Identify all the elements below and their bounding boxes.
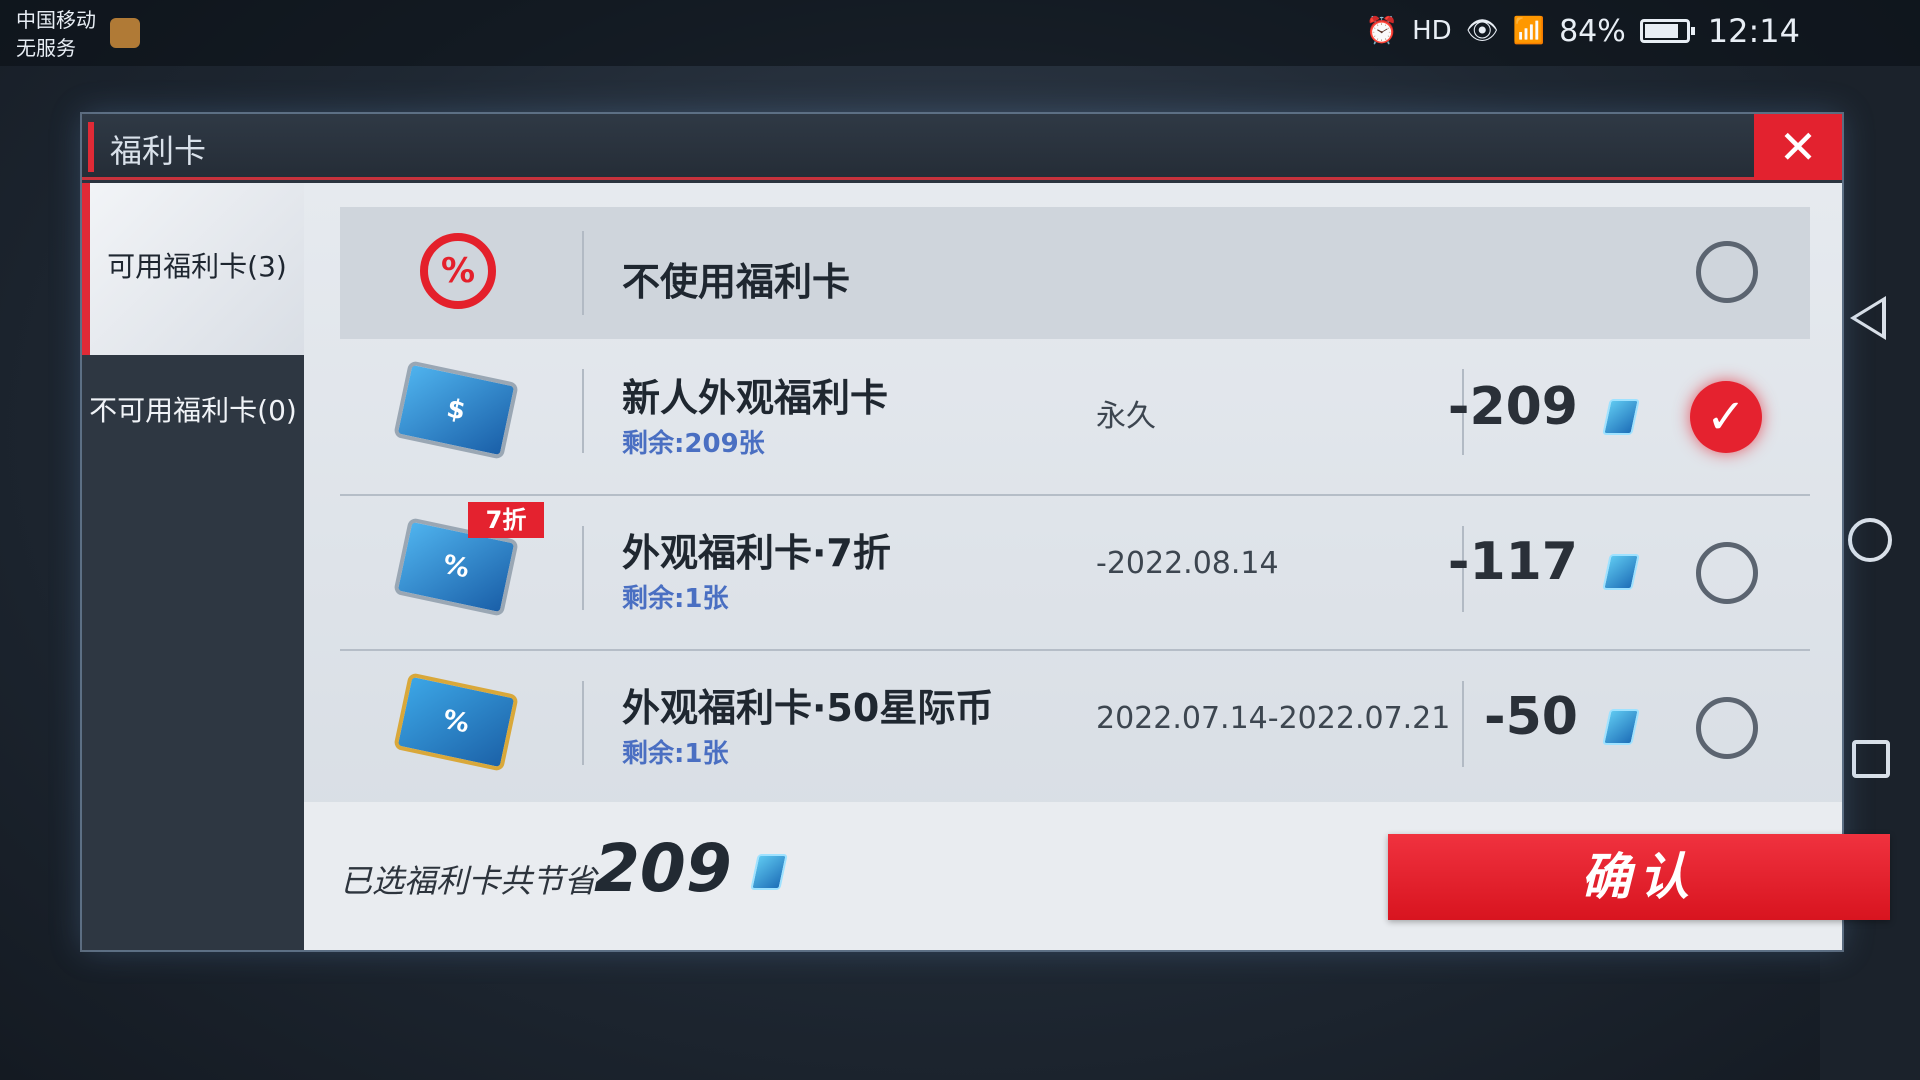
card-radio[interactable] — [1696, 542, 1758, 604]
dialog-header: 福利卡 ✕ — [82, 114, 1842, 180]
battery-icon — [1639, 19, 1695, 43]
no-card-radio[interactable] — [1696, 241, 1758, 303]
confirm-button[interactable]: 确认 — [1388, 834, 1890, 920]
card-row[interactable]: $ 新人外观福利卡 剩余:209张 永久 -209 — [340, 339, 1810, 494]
divider — [1462, 681, 1464, 767]
gold-shirt-percent-card-icon: % — [393, 672, 519, 772]
card-remaining: 剩余:209张 — [622, 429, 765, 459]
card-validity: 2022.07.14-2022.07.21 — [1096, 701, 1451, 736]
wifi-icon: 📶 — [1512, 16, 1546, 46]
divider — [582, 526, 584, 610]
card-radio-selected[interactable] — [1690, 381, 1762, 453]
home-icon[interactable] — [1848, 518, 1892, 562]
card-name: 外观福利卡·50星际币 — [622, 686, 994, 730]
service-status: 无服务 — [16, 36, 76, 60]
tab-available-cards[interactable]: 可用福利卡(3) — [82, 183, 304, 355]
no-discount-icon: % — [420, 233, 496, 309]
close-button[interactable]: ✕ — [1754, 114, 1842, 180]
clock: 12:14 — [1707, 12, 1800, 50]
card-validity: -2022.08.14 — [1096, 546, 1279, 581]
shirt-dollar-card-icon: $ — [393, 360, 519, 460]
star-coin-icon — [1602, 709, 1640, 745]
star-coin-icon — [1602, 399, 1640, 435]
card-row[interactable]: % 外观福利卡·50星际币 剩余:1张 2022.07.14-2022.07.2… — [340, 651, 1810, 806]
divider — [582, 681, 584, 765]
dialog-title: 福利卡 — [110, 132, 207, 170]
card-value: -117 — [1447, 532, 1578, 592]
welfare-card-dialog: 福利卡 ✕ 可用福利卡(3) 不可用福利卡(0) % 不使用福利卡 $ 新人外观… — [82, 114, 1890, 950]
card-validity: 永久 — [1096, 399, 1156, 434]
status-bar: 中国移动 无服务 ⏰ HD 👁 📶 84% 12:14 — [0, 0, 1920, 66]
app-notification-icon — [110, 18, 140, 48]
status-icons: ⏰ HD 👁 📶 84% 12:14 — [1366, 12, 1800, 50]
card-radio[interactable] — [1696, 697, 1758, 759]
card-value: -209 — [1447, 377, 1578, 437]
card-value: -50 — [1484, 687, 1578, 747]
alarm-icon: ⏰ — [1365, 16, 1399, 46]
savings-label: 已选福利卡共节省 — [340, 862, 597, 900]
battery-fill — [1644, 24, 1679, 38]
card-name: 新人外观福利卡 — [622, 376, 889, 420]
carrier-name: 中国移动 — [16, 8, 96, 32]
header-accent-bar — [88, 122, 94, 172]
star-coin-icon — [750, 854, 788, 890]
sidebar: 可用福利卡(3) 不可用福利卡(0) — [82, 183, 304, 950]
recent-apps-icon[interactable] — [1852, 740, 1890, 778]
divider — [582, 369, 584, 453]
card-name: 外观福利卡·7折 — [622, 531, 891, 575]
dialog-footer: 已选福利卡共节省 209 确认 — [304, 802, 1890, 950]
battery-percent: 84% — [1559, 13, 1626, 49]
savings-value: 209 — [594, 830, 732, 907]
divider — [582, 231, 584, 315]
back-icon[interactable] — [1850, 296, 1886, 340]
card-row[interactable]: % 7折 外观福利卡·7折 剩余:1张 -2022.08.14 -117 — [340, 496, 1810, 651]
star-coin-icon — [1602, 554, 1640, 590]
no-card-label: 不使用福利卡 — [622, 260, 851, 304]
discount-tag: 7折 — [468, 502, 544, 538]
tab-unavailable-cards[interactable]: 不可用福利卡(0) — [82, 393, 304, 429]
hd-icon: HD — [1412, 16, 1452, 46]
eye-comfort-icon: 👁 — [1465, 16, 1499, 46]
carrier-info: 中国移动 无服务 — [16, 6, 96, 62]
no-card-row[interactable]: % 不使用福利卡 — [340, 207, 1810, 339]
card-remaining: 剩余:1张 — [622, 739, 729, 769]
card-remaining: 剩余:1张 — [622, 584, 729, 614]
